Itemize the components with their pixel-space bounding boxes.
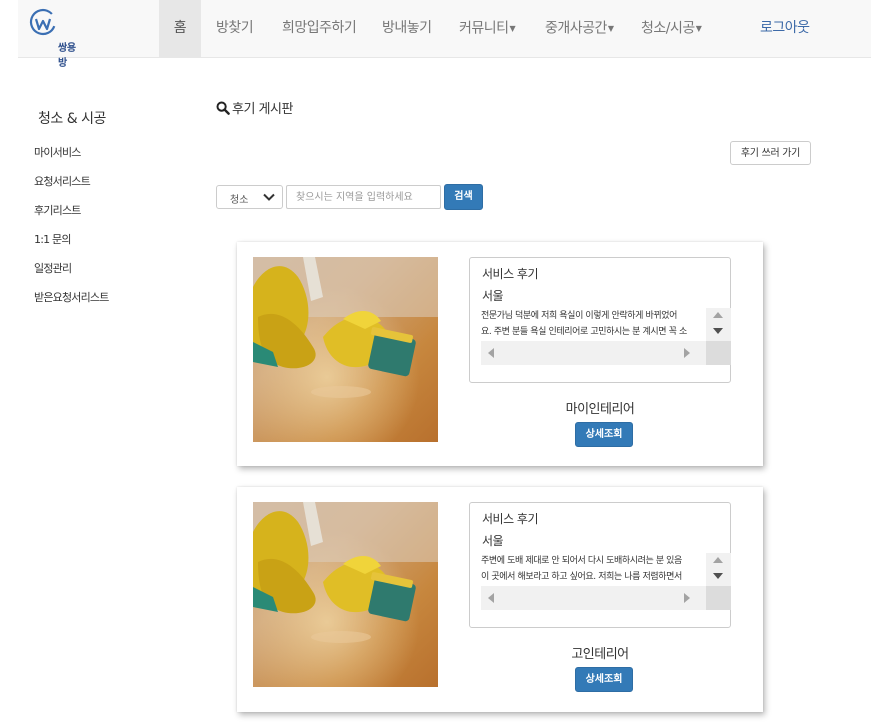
sidebar-item-review-list[interactable]: 후기리스트 <box>34 202 81 218</box>
review-region: 서울 <box>482 534 504 548</box>
nav-logout[interactable]: 로그아웃 <box>760 0 810 57</box>
scroll-left-arrow-icon[interactable] <box>488 348 494 358</box>
nav-logout-label: 로그아웃 <box>760 20 810 36</box>
house-logo-icon <box>29 8 57 36</box>
caret-down-icon: ▼ <box>607 24 614 33</box>
nav-community-label: 커뮤니티 <box>459 20 509 37</box>
review-photo <box>253 502 438 687</box>
caret-down-icon: ▼ <box>509 24 516 33</box>
scroll-right-arrow-icon[interactable] <box>684 348 690 358</box>
nav-find-room-label: 방찾기 <box>216 20 254 36</box>
cleaning-photo-image <box>253 502 438 687</box>
horizontal-scrollbar[interactable] <box>481 341 706 365</box>
company-name: 고인테리어 <box>571 647 629 662</box>
sidebar-item-inquiry[interactable]: 1:1 문의 <box>34 231 71 247</box>
nav-cleaning-label: 청소/시공 <box>641 20 695 37</box>
review-content-box: 서비스 후기 서울 주변에 도배 제대로 안 되어서 다시 도배하시려는 분 있… <box>469 502 731 628</box>
review-text: 전문가님 덕분에 저희 욕실이 이렇게 안락하게 바뀌었어 요. 주변 분들 욕… <box>481 308 705 341</box>
category-select[interactable]: 청소 <box>216 185 283 209</box>
logo-text: 쌍용방 <box>58 43 76 69</box>
nav-home[interactable]: 홈 <box>159 0 201 57</box>
sidebar-item-received-requests[interactable]: 받은요청서리스트 <box>34 289 109 305</box>
nav-hope-move-in-label: 희망입주하기 <box>282 20 357 36</box>
top-navbar: 쌍용방 홈 방찾기 희망입주하기 방내놓기 커뮤니티▼ 중개사공간▼ 청소/시공… <box>18 0 871 69</box>
nav-community-dropdown[interactable]: 커뮤니티▼ <box>459 0 516 57</box>
vertical-scrollbar[interactable] <box>706 308 731 341</box>
scroll-right-arrow-icon[interactable] <box>684 593 690 603</box>
review-text-line: 요. 주변 분들 욕실 인테리어로 고민하시는 분 계시면 꼭 소 <box>481 327 687 337</box>
nav-home-label: 홈 <box>173 20 187 36</box>
scroll-down-arrow-icon[interactable] <box>713 328 723 334</box>
scroll-left-arrow-icon[interactable] <box>488 593 494 603</box>
review-card: 서비스 후기 서울 주변에 도배 제대로 안 되어서 다시 도배하시려는 분 있… <box>237 487 763 712</box>
chevron-down-icon <box>263 193 275 201</box>
review-textarea[interactable]: 전문가님 덕분에 저희 욕실이 이렇게 안락하게 바뀌었어 요. 주변 분들 욕… <box>481 308 731 365</box>
write-review-button[interactable]: 후기 쓰러 가기 <box>730 141 811 165</box>
scroll-down-arrow-icon[interactable] <box>713 573 723 579</box>
nav-find-room[interactable]: 방찾기 <box>216 0 254 57</box>
cleaning-photo-image <box>253 257 438 442</box>
sidebar-item-request-list[interactable]: 요청서리스트 <box>34 173 91 189</box>
scroll-up-arrow-icon[interactable] <box>713 312 723 318</box>
vertical-scrollbar[interactable] <box>706 553 731 586</box>
scroll-corner <box>706 341 731 365</box>
page-title-text: 후기 게시판 <box>232 102 293 117</box>
review-text: 주변에 도배 제대로 안 되어서 다시 도배하시려는 분 있음 이 곳에서 해보… <box>481 553 705 586</box>
nav-agent-space-label: 중개사공간 <box>545 20 607 37</box>
review-photo <box>253 257 438 442</box>
scroll-up-arrow-icon[interactable] <box>713 557 723 563</box>
review-text-line: 이 곳에서 해보라고 하고 싶어요. 저희는 나름 저렴하면서 <box>481 572 682 582</box>
search-button[interactable]: 검색 <box>444 184 483 210</box>
review-label: 서비스 후기 <box>482 512 539 526</box>
nav-list-room[interactable]: 방내놓기 <box>382 0 432 57</box>
review-region: 서울 <box>482 289 504 303</box>
company-name: 마이인테리어 <box>565 402 635 417</box>
scroll-corner <box>706 586 731 610</box>
review-text-line: 주변에 도배 제대로 안 되어서 다시 도배하시려는 분 있음 <box>481 556 682 566</box>
nav-cleaning-dropdown[interactable]: 청소/시공▼ <box>641 0 702 57</box>
nav-list-room-label: 방내놓기 <box>382 20 432 36</box>
nav-agent-space-dropdown[interactable]: 중개사공간▼ <box>545 0 614 57</box>
detail-view-button[interactable]: 상세조회 <box>575 422 633 447</box>
sidebar-item-my-service[interactable]: 마이서비스 <box>34 144 81 160</box>
review-label: 서비스 후기 <box>482 267 539 281</box>
sidebar-title: 청소 & 시공 <box>38 111 106 127</box>
nav-hope-move-in[interactable]: 희망입주하기 <box>282 0 357 57</box>
review-content-box: 서비스 후기 서울 전문가님 덕분에 저희 욕실이 이렇게 안락하게 바뀌었어 … <box>469 257 731 383</box>
page-title: 후기 게시판 <box>216 98 293 117</box>
category-select-value: 청소 <box>230 195 249 206</box>
review-text-line: 전문가님 덕분에 저희 욕실이 이렇게 안락하게 바뀌었어 <box>481 311 678 321</box>
detail-view-button[interactable]: 상세조회 <box>575 667 633 692</box>
caret-down-icon: ▼ <box>695 24 702 33</box>
review-textarea[interactable]: 주변에 도배 제대로 안 되어서 다시 도배하시려는 분 있음 이 곳에서 해보… <box>481 553 731 610</box>
logo[interactable]: 쌍용방 <box>28 7 78 69</box>
search-icon <box>216 101 230 115</box>
horizontal-scrollbar[interactable] <box>481 586 706 610</box>
region-search-input[interactable] <box>286 185 441 209</box>
review-card: 서비스 후기 서울 전문가님 덕분에 저희 욕실이 이렇게 안락하게 바뀌었어 … <box>237 242 763 466</box>
sidebar-item-schedule[interactable]: 일정관리 <box>34 260 72 276</box>
